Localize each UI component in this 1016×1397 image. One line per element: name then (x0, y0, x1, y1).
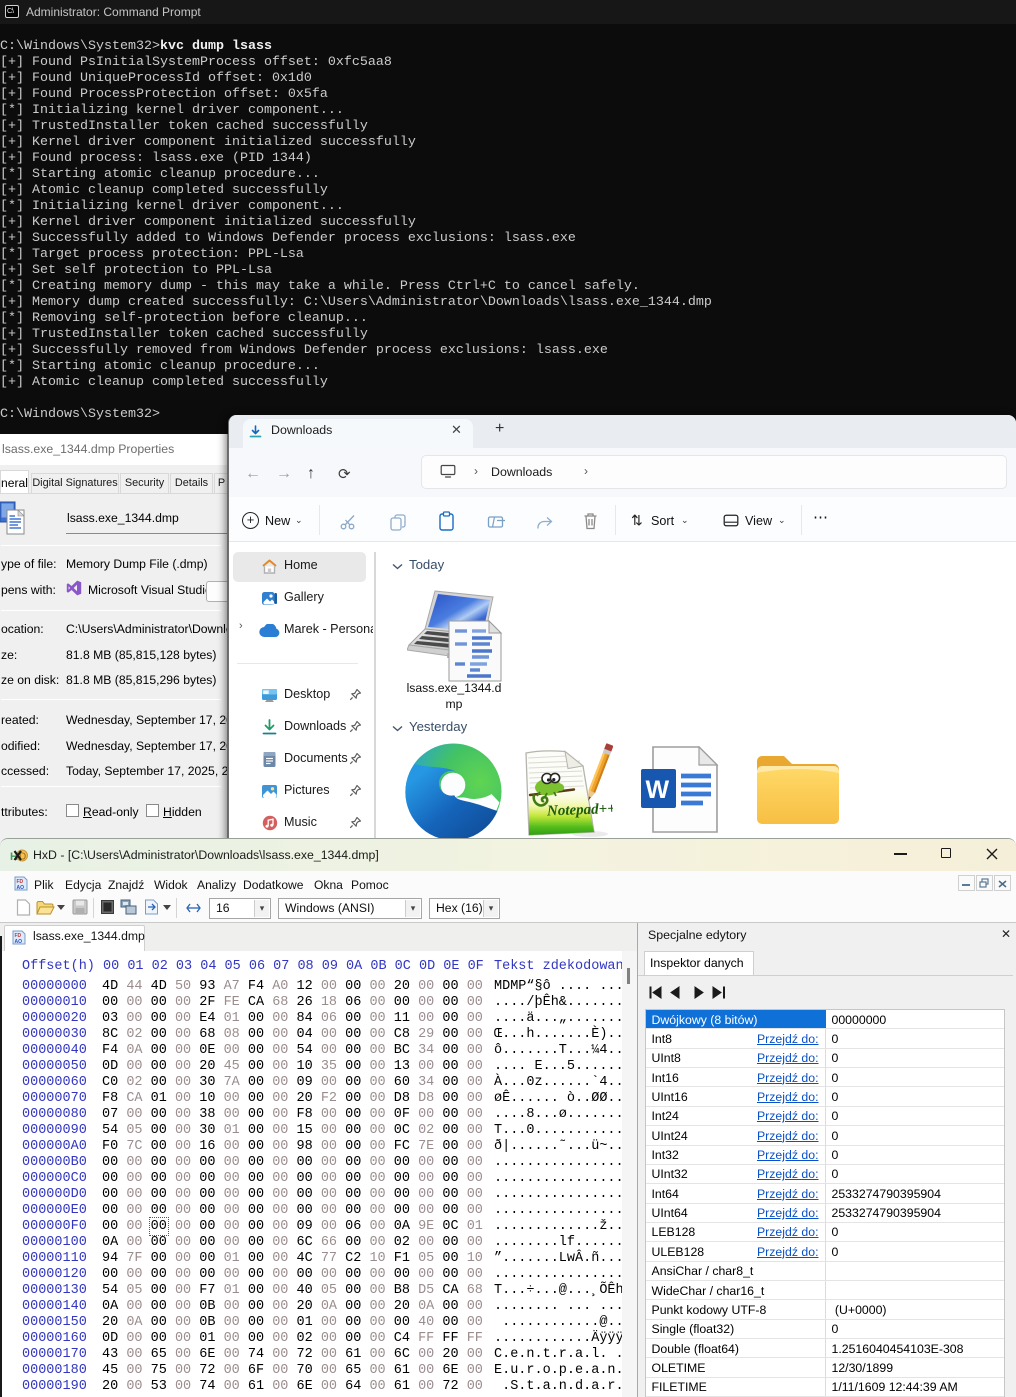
svg-text:W: W (646, 776, 670, 804)
svg-text:Notepad++: Notepad++ (546, 801, 613, 819)
svg-text:AO: AO (17, 885, 25, 891)
svg-text:AO: AO (15, 939, 23, 945)
